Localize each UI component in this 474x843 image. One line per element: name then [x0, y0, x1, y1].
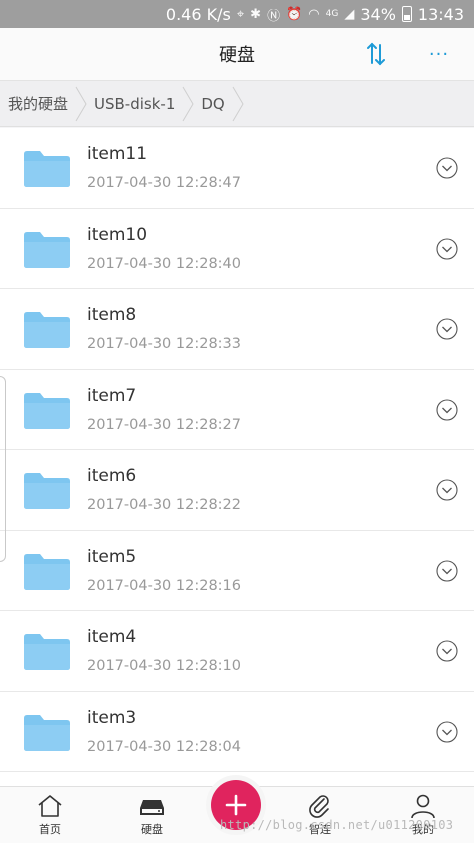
- tab-home-label: 首页: [39, 823, 61, 836]
- folder-icon: [24, 151, 70, 187]
- paperclip-icon: [309, 795, 329, 818]
- file-list-item[interactable]: item8 2017-04-30 12:28:33: [0, 289, 474, 370]
- alarm-icon: ⏰: [286, 6, 303, 22]
- status-bar: 0.46 K/s ⌖ ✱ Ⓝ ⏰ ◠ 4G ◢ 34% 13:43: [0, 0, 474, 28]
- tab-disk-label: 硬盘: [141, 823, 163, 836]
- file-list-item[interactable]: item4 2017-04-30 12:28:10: [0, 611, 474, 692]
- breadcrumb-item-root[interactable]: 我的硬盘: [8, 93, 68, 114]
- plus-icon: [225, 794, 247, 816]
- expand-chevron-icon[interactable]: [436, 640, 458, 662]
- tab-me[interactable]: 我的: [383, 787, 463, 843]
- network-type-label: 4G: [325, 9, 339, 19]
- file-list-item[interactable]: item6 2017-04-30 12:28:22: [0, 450, 474, 531]
- file-list-item[interactable]: item7 2017-04-30 12:28:27: [0, 370, 474, 450]
- expand-chevron-icon[interactable]: [436, 398, 458, 421]
- file-name: item5: [87, 546, 137, 567]
- expand-chevron-icon[interactable]: [436, 559, 458, 582]
- file-name: item11: [87, 144, 148, 164]
- location-icon: ⌖: [236, 6, 245, 22]
- more-options-button[interactable]: ···: [424, 40, 454, 68]
- file-list-item[interactable]: item5 2017-04-30 12:28:16: [0, 531, 474, 611]
- folder-icon: [24, 634, 70, 670]
- breadcrumb: 我的硬盘 USB-disk-1 DQ: [0, 81, 474, 127]
- file-name: item8: [87, 305, 137, 325]
- battery-level: 34%: [360, 4, 396, 24]
- file-list: item11 2017-04-30 12:28:47 item10 2017-04-3…: [0, 128, 474, 788]
- tab-disk[interactable]: 硬盘: [112, 787, 192, 843]
- chevron-right-icon: [182, 86, 194, 121]
- expand-chevron-icon[interactable]: [436, 237, 458, 260]
- chevron-right-icon: [75, 86, 87, 121]
- breadcrumb-item-disk[interactable]: USB-disk-1: [94, 95, 175, 113]
- file-list-item[interactable]: item11 2017-04-30 12:28:47: [0, 128, 474, 209]
- battery-icon: [401, 6, 412, 22]
- user-icon: [411, 794, 435, 819]
- watermark: http://blog.csdn.net/u011200103: [220, 818, 454, 832]
- tab-home[interactable]: 首页: [10, 787, 90, 843]
- file-list-item[interactable]: item3 2017-04-30 12:28:04: [0, 692, 474, 772]
- file-modified-date: 2017-04-30 12:28:04: [87, 738, 241, 755]
- folder-icon: [24, 714, 70, 751]
- home-icon: [38, 795, 62, 817]
- nfc-icon: Ⓝ: [267, 8, 281, 24]
- folder-icon: [24, 392, 70, 429]
- folder-icon: [24, 312, 70, 348]
- file-list-item[interactable]: item10 2017-04-30 12:28:40: [0, 209, 474, 289]
- expand-chevron-icon[interactable]: [436, 157, 458, 179]
- breadcrumb-item-current[interactable]: DQ: [201, 95, 224, 113]
- file-modified-date: 2017-04-30 12:28:10: [87, 658, 241, 674]
- folder-icon: [24, 231, 70, 268]
- file-name: item3: [87, 707, 137, 728]
- clock: 13:43: [417, 4, 464, 24]
- tab-smart-connect[interactable]: 智连: [280, 787, 360, 843]
- hard-disk-icon: [140, 800, 164, 815]
- bluetooth-icon: ✱: [250, 6, 262, 22]
- file-modified-date: 2017-04-30 12:28:40: [87, 255, 241, 272]
- expand-chevron-icon[interactable]: [436, 720, 458, 743]
- file-name: item6: [87, 466, 137, 486]
- sort-button[interactable]: [362, 40, 390, 68]
- folder-icon: [24, 473, 70, 509]
- file-modified-date: 2017-04-30 12:28:22: [87, 497, 241, 513]
- edge-drawer-handle[interactable]: [0, 376, 6, 562]
- chevron-right-icon: [232, 86, 244, 121]
- file-modified-date: 2017-04-30 12:28:47: [87, 175, 241, 191]
- more-icon: ···: [428, 43, 450, 65]
- file-modified-date: 2017-04-30 12:28:27: [87, 416, 241, 433]
- signal-icon: ◢: [344, 6, 355, 22]
- sort-icon: [367, 42, 385, 66]
- file-name: item10: [87, 224, 148, 245]
- page-title: 硬盘: [219, 45, 255, 66]
- folder-icon: [24, 553, 70, 590]
- file-modified-date: 2017-04-30 12:28:16: [87, 577, 241, 594]
- app-header: 硬盘 ···: [0, 28, 474, 81]
- expand-chevron-icon[interactable]: [436, 318, 458, 340]
- expand-chevron-icon[interactable]: [436, 479, 458, 501]
- wifi-icon: ◠: [308, 6, 320, 22]
- file-name: item4: [87, 627, 137, 647]
- file-name: item7: [87, 385, 137, 406]
- file-modified-date: 2017-04-30 12:28:33: [87, 336, 241, 352]
- network-speed: 0.46 K/s: [165, 4, 231, 24]
